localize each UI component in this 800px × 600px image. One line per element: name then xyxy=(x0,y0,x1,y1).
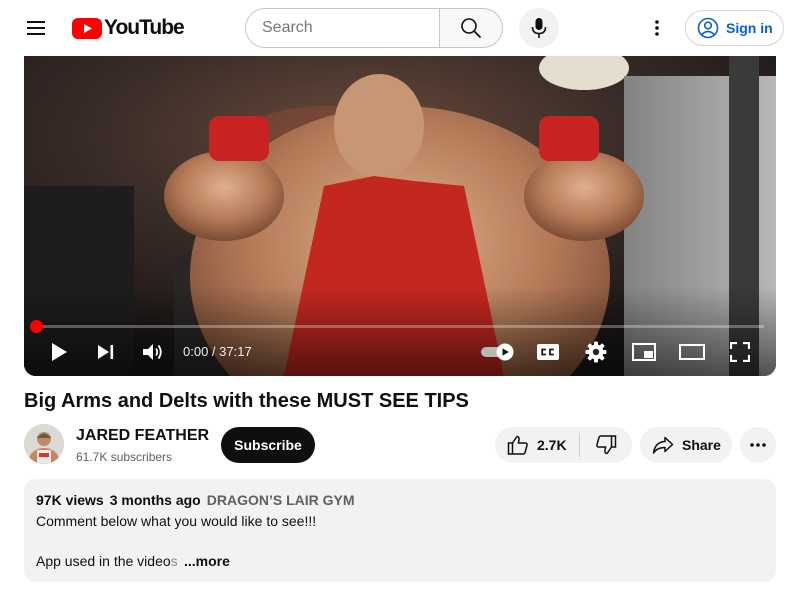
search-input[interactable] xyxy=(262,19,440,37)
subscriber-count: 61.7K subscribers xyxy=(76,450,173,464)
settings-button[interactable] xyxy=(574,336,618,368)
channel-avatar[interactable] xyxy=(24,424,64,464)
captions-icon xyxy=(537,344,559,360)
share-label: Share xyxy=(682,437,721,453)
theater-icon xyxy=(679,344,705,360)
youtube-logo-icon xyxy=(72,17,102,39)
logo-text: YouTube xyxy=(104,16,185,39)
miniplayer-icon xyxy=(632,343,656,361)
show-more-button[interactable]: ...more xyxy=(184,553,230,569)
like-dislike-group: 2.7K xyxy=(495,427,632,463)
play-button[interactable] xyxy=(36,336,82,368)
share-button[interactable]: Share xyxy=(640,427,732,463)
subscribe-button[interactable]: Subscribe xyxy=(221,427,315,463)
upload-date: 3 months ago xyxy=(109,492,201,508)
description-meta: 97K views 3 months ago DRAGON’S LAIR GYM xyxy=(36,492,355,508)
miniplayer-button[interactable] xyxy=(622,336,666,368)
like-count: 2.7K xyxy=(537,437,567,453)
thumbs-up-icon xyxy=(507,435,528,455)
next-icon xyxy=(98,345,114,359)
view-count: 97K views xyxy=(36,492,104,508)
account-icon xyxy=(697,17,719,39)
mute-button[interactable] xyxy=(132,336,174,368)
theater-mode-button[interactable] xyxy=(670,336,714,368)
progress-scrubber[interactable] xyxy=(30,320,43,333)
progress-bar[interactable] xyxy=(36,325,764,328)
avatar-image xyxy=(24,424,64,464)
search-icon xyxy=(461,18,482,39)
location-link[interactable]: DRAGON’S LAIR GYM xyxy=(207,492,355,508)
more-horiz-icon xyxy=(750,443,766,447)
autoplay-toggle-icon xyxy=(481,343,514,361)
channel-name[interactable]: JARED FEATHER xyxy=(76,427,209,445)
mic-icon xyxy=(531,18,547,38)
more-vert-icon xyxy=(655,20,659,36)
more-actions-button[interactable] xyxy=(740,427,776,463)
play-icon xyxy=(52,343,67,361)
search-button[interactable] xyxy=(439,8,503,48)
current-time: 0:00 xyxy=(183,344,209,359)
autoplay-toggle[interactable] xyxy=(476,336,520,368)
description-text-line2: App used in the videos xyxy=(36,553,178,569)
description-text-line1: Comment below what you would like to see… xyxy=(36,513,317,529)
sign-in-button[interactable]: Sign in xyxy=(685,10,784,46)
video-player[interactable]: 0:00 / 37:17 xyxy=(24,56,776,376)
description-box[interactable]: 97K views 3 months ago DRAGON’S LAIR GYM C… xyxy=(24,479,776,582)
masthead: YouTube Sign in xyxy=(0,0,800,56)
volume-icon xyxy=(143,344,162,360)
duration: 37:17 xyxy=(219,344,252,359)
voice-search-button[interactable] xyxy=(519,8,559,48)
search-box[interactable] xyxy=(245,8,440,48)
description-line2-text: App used in the video xyxy=(36,553,171,569)
thumbs-down-icon xyxy=(596,435,617,455)
description-line2-faded: s xyxy=(170,553,178,569)
video-title: Big Arms and Delts with these MUST SEE T… xyxy=(24,390,469,412)
settings-icon xyxy=(585,341,607,363)
next-button[interactable] xyxy=(84,336,128,368)
time-display: 0:00 / 37:17 xyxy=(183,344,252,359)
like-button[interactable]: 2.7K xyxy=(495,427,579,463)
dislike-button[interactable] xyxy=(580,427,632,463)
share-icon xyxy=(652,436,674,454)
youtube-logo[interactable]: YouTube xyxy=(72,16,185,40)
menu-button[interactable] xyxy=(16,8,56,48)
menu-icon xyxy=(27,21,45,35)
settings-more-button[interactable] xyxy=(637,8,677,48)
fullscreen-button[interactable] xyxy=(718,336,762,368)
fullscreen-icon xyxy=(730,342,750,362)
sign-in-label: Sign in xyxy=(726,20,773,36)
captions-button[interactable] xyxy=(526,336,570,368)
